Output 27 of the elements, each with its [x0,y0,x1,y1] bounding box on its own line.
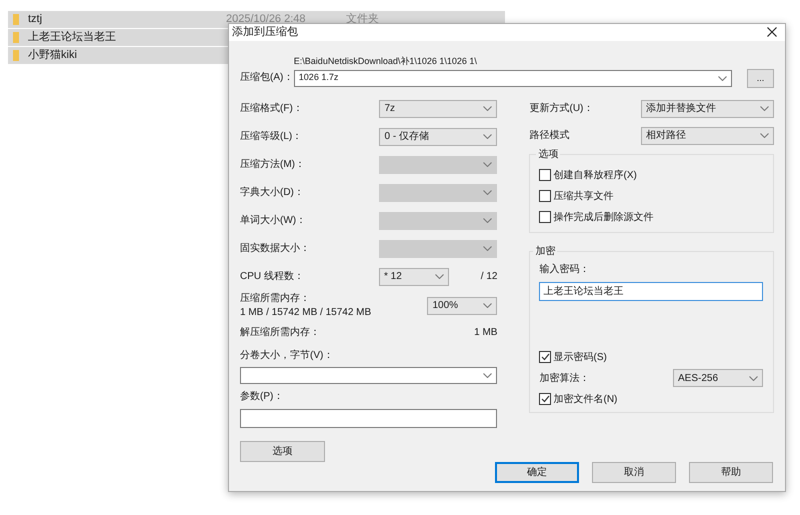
memory-usage: 1 MB / 15742 MB / 15742 MB [240,306,372,320]
field-label: 固实数据大小： [240,242,310,256]
field-label: 压缩所需内存： [240,292,311,306]
group-title: 加密 [533,244,558,258]
field-label: 分卷大小，字节(V)： [240,348,334,363]
memory-value: 1 MB [474,326,498,340]
field-label: 压缩格式(F)： [240,102,303,116]
field-label: 路径模式 [529,128,570,143]
field-label: 更新方式(U)： [529,102,594,116]
field-label: 输入密码： [539,262,590,276]
file-name: 上老王论坛当老王 [28,30,117,46]
field-label: 压缩方法(M)： [240,158,305,172]
file-name: tztj [28,12,44,28]
field-label: 加密算法： [539,372,590,386]
file-name: 小野猫kiki [28,48,78,64]
archive-path: E:\BaiduNetdiskDownload\补1\1026 1\1026 1\ [294,54,478,68]
field-label: 字典大小(D)： [240,186,304,200]
field-label: 参数(P)： [240,390,284,404]
file-date: 2025/10/26 2:48 [226,12,307,26]
field-label: 解压缩所需内存： [240,326,320,340]
field-label: 压缩包(A)： [240,70,294,84]
thread-total: / 12 [480,270,498,284]
field-label: 压缩等级(L)： [240,130,302,144]
field-label: 单词大小(W)： [240,214,306,228]
group-title: 选项 [536,146,560,162]
field-label: CPU 线程数： [240,270,305,284]
file-type: 文件夹 [346,12,379,28]
